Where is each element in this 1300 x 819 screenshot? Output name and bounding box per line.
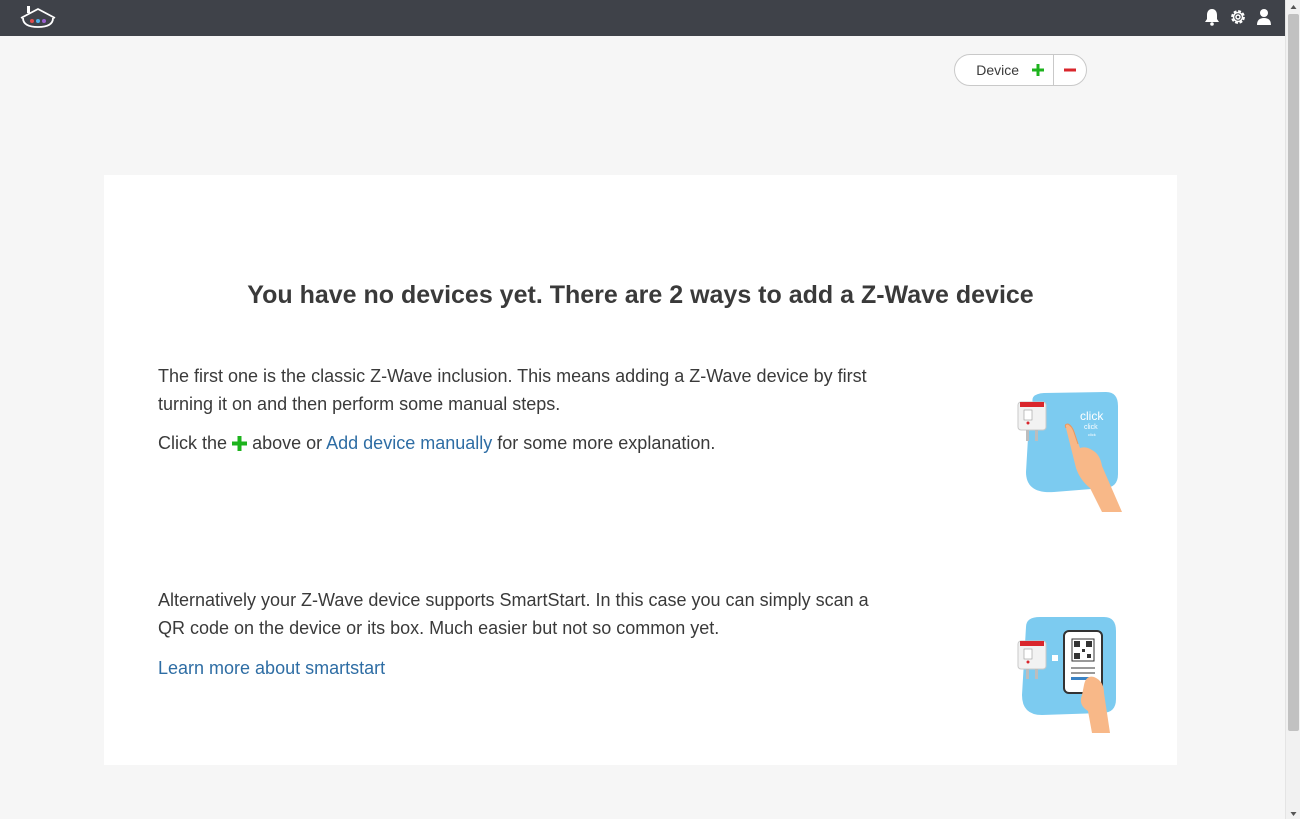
smartstart-link-row: Learn more about smartstart [158, 654, 385, 682]
smartstart-illustration [1016, 615, 1122, 733]
device-label: Device [976, 62, 1019, 78]
click-subtext-1: click [1084, 424, 1098, 431]
bell-icon[interactable] [1203, 7, 1221, 27]
click-subtext-2: click [1088, 432, 1096, 437]
click-text: click [1080, 409, 1104, 423]
remove-device-button[interactable] [1054, 55, 1086, 85]
smartstart-text: Alternatively your Z-Wave device support… [158, 590, 869, 638]
classic-inclusion-illustration: click click click [1014, 388, 1124, 512]
gear-icon[interactable] [1229, 7, 1247, 27]
add-device-manually-link[interactable]: Add device manually [326, 433, 492, 453]
hint-middle: above or [252, 433, 323, 453]
scroll-thumb[interactable] [1288, 14, 1299, 731]
top-icons [1203, 7, 1273, 27]
classic-inclusion-text: The first one is the classic Z-Wave incl… [158, 366, 867, 414]
minus-icon [1064, 68, 1076, 72]
classic-inclusion-hint: Click the above or Add device manually f… [158, 429, 715, 457]
hint-prefix: Click the [158, 433, 228, 453]
house-logo-icon[interactable] [17, 4, 59, 32]
scroll-up-arrow-icon[interactable] [1286, 0, 1300, 12]
page-title: You have no devices yet. There are 2 way… [247, 281, 1034, 309]
plus-icon [232, 436, 248, 451]
top-bar [0, 0, 1285, 36]
scroll-down-arrow-icon[interactable] [1286, 807, 1300, 819]
device-control: Device [954, 54, 1087, 86]
add-device-button[interactable] [1023, 55, 1053, 85]
plus-icon [1032, 64, 1044, 76]
empty-state-card: You have no devices yet. There are 2 way… [104, 175, 1177, 765]
learn-smartstart-link[interactable]: Learn more about smartstart [158, 658, 385, 678]
page-scrollbar[interactable] [1285, 0, 1300, 819]
user-icon[interactable] [1255, 7, 1273, 27]
hint-suffix: for some more explanation. [497, 433, 716, 453]
